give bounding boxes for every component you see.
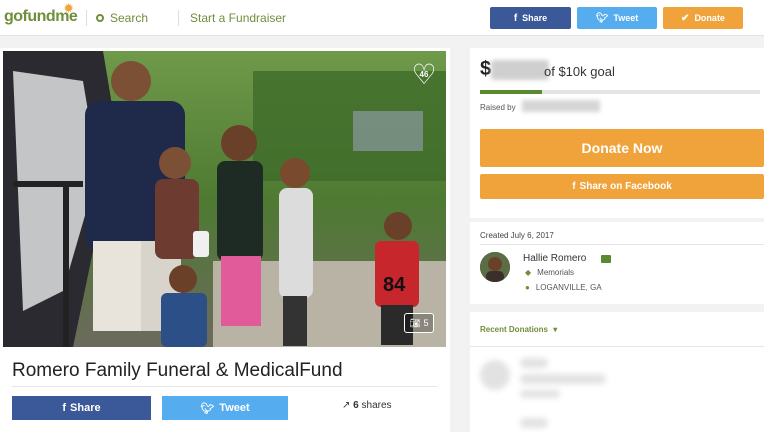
currency-symbol: $ <box>480 58 492 80</box>
campaign-card: 84 ♡ 46 📷︎ 5 Romero Family Funeral & Med… <box>0 48 450 432</box>
raised-by-label: Raised by <box>480 103 516 112</box>
facebook-icon: f <box>513 12 518 24</box>
donate-now-button[interactable]: Donate Now <box>480 129 764 167</box>
search-icon <box>96 14 104 22</box>
gofundme-logo[interactable]: gofundme ✹ <box>4 3 78 26</box>
avatar-image <box>480 252 510 282</box>
recent-divider <box>470 346 764 347</box>
campaign-photo[interactable]: 84 ♡ 46 📷︎ 5 <box>3 51 446 347</box>
facebook-share-label: Share on Facebook <box>579 181 672 192</box>
blurred-donation-amount <box>520 358 548 368</box>
facebook-share-top-button[interactable]: f Share <box>490 7 571 29</box>
family-photo-illustration: 84 <box>3 51 446 347</box>
recent-donations-label: Recent Donations <box>480 325 549 334</box>
blurred-donation-amount <box>520 418 548 428</box>
organizer-card: Created July 6, 2017 Hallie Romero ◆ Memo… <box>470 222 764 304</box>
heart-count: 46 <box>419 70 429 79</box>
envelope-icon[interactable] <box>601 255 611 263</box>
search-label: Search <box>110 11 149 25</box>
share-label: Share <box>522 13 548 23</box>
facebook-icon: f <box>62 402 67 414</box>
facebook-icon: f <box>572 181 576 192</box>
organizer-divider <box>480 244 764 245</box>
tweet-button[interactable]: 🐦︎ Tweet <box>162 396 288 420</box>
trending-icon: ↗ <box>342 400 351 411</box>
nav-divider <box>86 10 87 26</box>
progress-bar <box>480 90 760 94</box>
top-navigation-bar: gofundme ✹ Search Start a Fundraiser f Sh… <box>0 0 764 36</box>
photo-count: 5 <box>423 318 429 328</box>
location-pin-icon: ● <box>525 283 530 292</box>
facebook-share-button[interactable]: f Share <box>12 396 151 420</box>
avatar[interactable] <box>480 252 510 282</box>
camera-icon: 📷︎ <box>409 318 421 328</box>
recent-donations-card: Recent Donations ▾ <box>470 312 764 432</box>
tag-icon: ◆ <box>525 268 532 277</box>
donate-label: Donate <box>694 13 725 23</box>
title-divider <box>12 386 437 387</box>
blurred-organizer-name <box>522 100 600 112</box>
twitter-icon: 🐦︎ <box>595 12 609 24</box>
tweet-button-label: Tweet <box>219 402 250 414</box>
blurred-donation-time <box>520 390 560 398</box>
campaign-title: Romero Family Funeral & MedicalFund <box>12 360 343 381</box>
shares-label: shares <box>361 400 392 411</box>
svg-text:84: 84 <box>383 274 406 296</box>
search-link[interactable]: Search <box>96 11 148 25</box>
recent-donations-toggle[interactable]: Recent Donations ▾ <box>480 325 557 334</box>
blurred-donor-avatar <box>480 360 510 390</box>
start-fundraiser-link[interactable]: Start a Fundraiser <box>190 11 286 25</box>
tweet-top-button[interactable]: 🐦︎ Tweet <box>577 7 657 29</box>
organizer-name[interactable]: Hallie Romero <box>523 253 586 264</box>
photo-gallery-button[interactable]: 📷︎ 5 <box>404 313 434 333</box>
twitter-icon: 🐦︎ <box>200 402 215 415</box>
checkmark-icon: ✔ <box>681 12 690 24</box>
shares-count: ↗ 6 shares <box>342 400 392 411</box>
amount-raised: $ <box>480 58 550 81</box>
created-date: Created July 6, 2017 <box>480 231 554 240</box>
logo-sun-icon: ✹ <box>64 3 73 15</box>
caret-down-icon: ▾ <box>553 325 558 334</box>
blurred-donor-name <box>520 374 606 384</box>
shares-number: 6 <box>353 400 359 411</box>
campaign-location: ● LOGANVILLE, GA <box>525 283 602 292</box>
share-on-facebook-button[interactable]: f Share on Facebook <box>480 174 764 199</box>
campaign-category[interactable]: ◆ Memorials <box>525 268 574 277</box>
category-label: Memorials <box>537 268 575 277</box>
donation-card: $ of $10k goal Raised by Donate Now f Sha… <box>470 48 764 218</box>
nav-divider <box>178 10 179 26</box>
share-button-label: Share <box>70 402 101 414</box>
progress-fill <box>480 90 542 94</box>
goal-text: of $10k goal <box>544 64 615 79</box>
donate-top-button[interactable]: ✔ Donate <box>663 7 743 29</box>
tweet-label: Tweet <box>613 13 639 23</box>
location-label: LOGANVILLE, GA <box>535 283 602 292</box>
blurred-amount <box>491 59 550 80</box>
